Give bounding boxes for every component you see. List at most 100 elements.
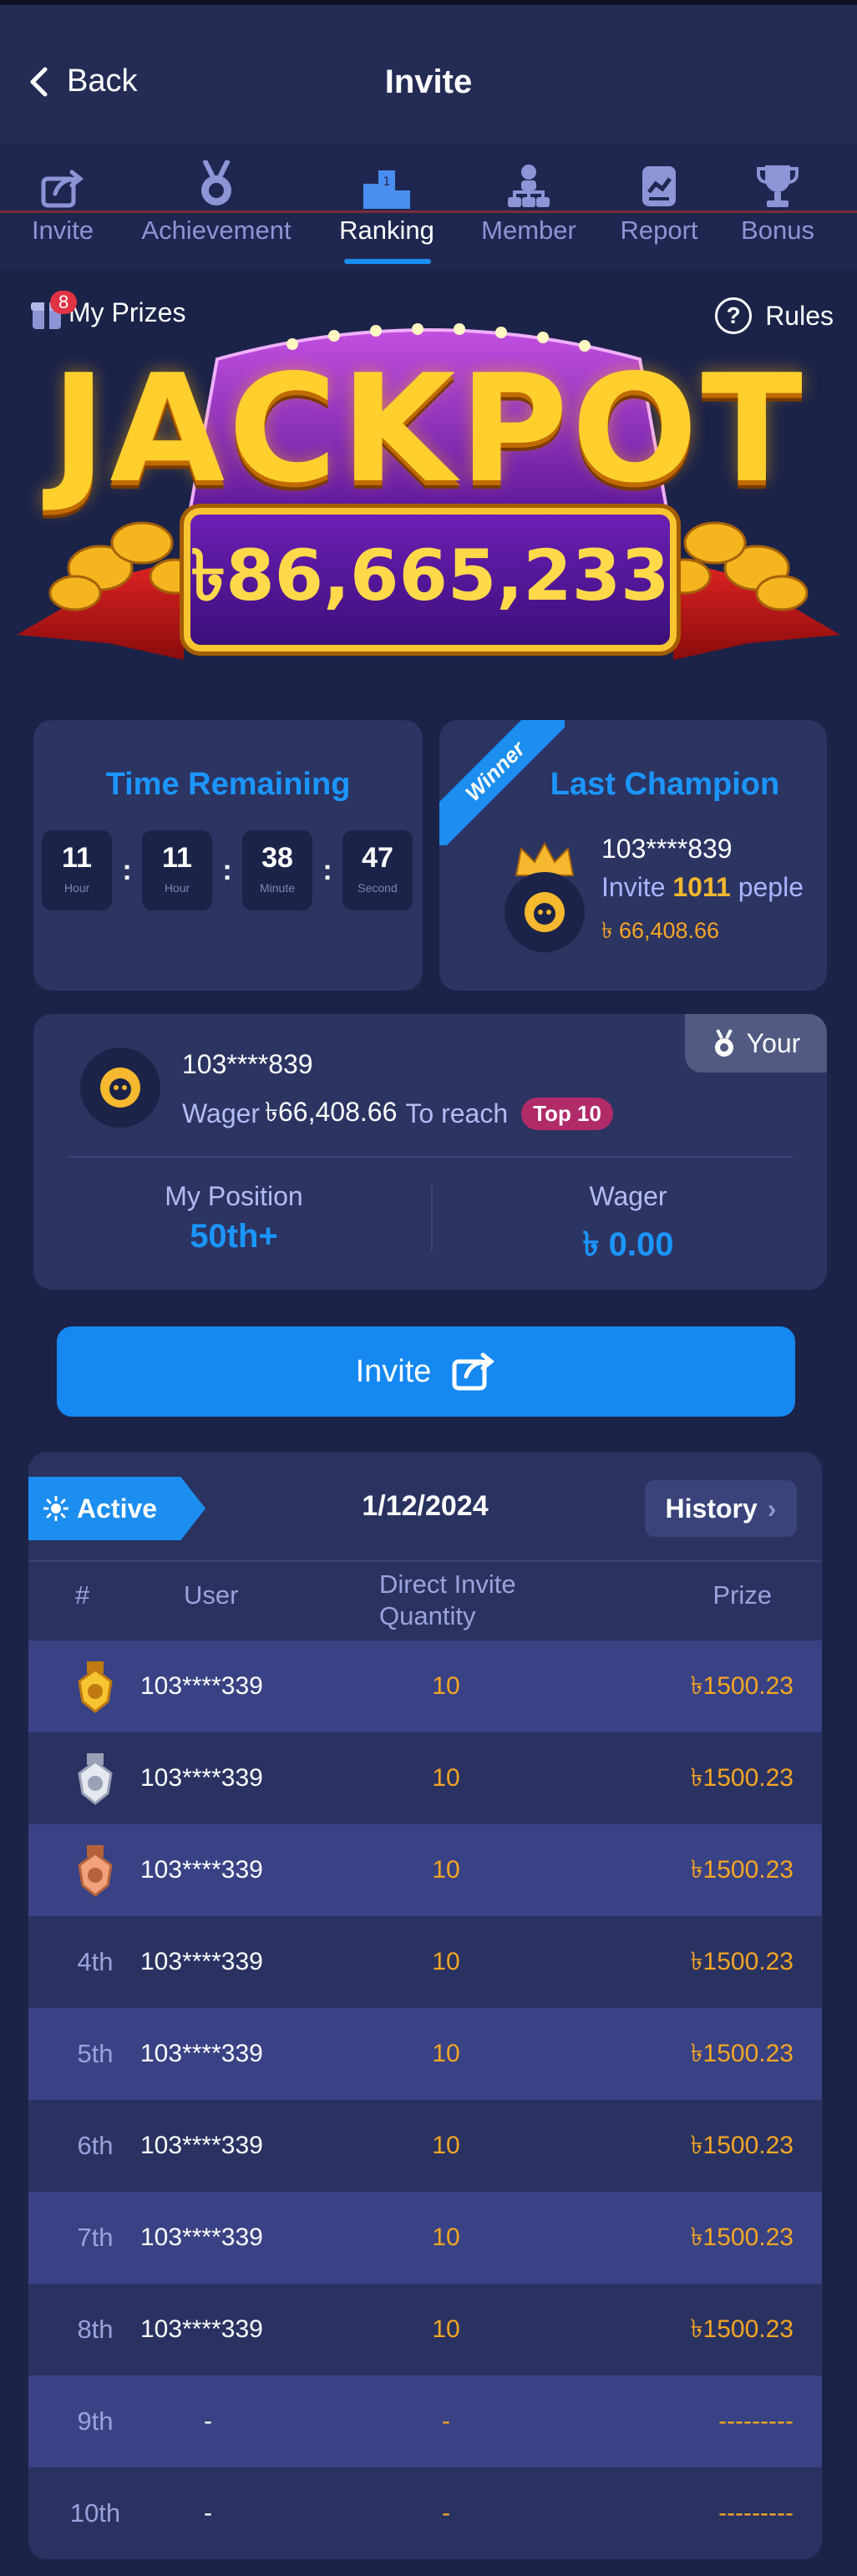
my-wager-value: ৳66,408.66: [265, 1097, 398, 1127]
my-position-value: 50th+: [190, 1218, 278, 1255]
invite-button[interactable]: Invite: [57, 1326, 795, 1417]
time-remaining-title: Time Remaining: [105, 767, 351, 802]
user-cell: -: [204, 2499, 212, 2527]
prize-cell: ৳1500.23: [690, 2131, 794, 2159]
tab-achievement-label: Achievement: [141, 216, 292, 245]
wager-total: ৳ 0.00: [582, 1226, 674, 1263]
tab-invite[interactable]: Invite: [0, 160, 142, 246]
rules-label: Rules: [765, 300, 834, 331]
table-header: # User Direct Invite Quantity Prize: [28, 1560, 822, 1640]
tab-bar: Invite Achievement 1 Ranking Member Repo…: [0, 144, 857, 269]
divider: [431, 1184, 433, 1251]
tab-achievement[interactable]: Achievement: [137, 160, 296, 246]
champion-user-id: 103****839: [601, 834, 733, 864]
my-position-label: My Position: [165, 1181, 303, 1211]
rank-cell: 10th: [69, 2498, 121, 2528]
table-row: 9th - - ---------: [28, 2376, 822, 2467]
table-row: 7th 103****339 10 ৳1500.23: [28, 2192, 822, 2284]
quantity-cell: 10: [432, 1764, 460, 1792]
gold-medal-icon: [78, 1661, 113, 1713]
my-prizes-button[interactable]: 8 My Prizes: [30, 291, 186, 331]
page-title: Invite: [384, 63, 473, 100]
quantity-cell: 10: [432, 2040, 460, 2067]
active-tab-indicator: [344, 259, 431, 264]
rank-cell: [53, 1732, 137, 1824]
quantity-cell: 10: [432, 2224, 460, 2251]
jackpot-banner: JACKPOT ৳86,665,233: [17, 309, 840, 693]
countdown-seconds: 47 Second: [342, 830, 413, 910]
prize-cell: ৳1500.23: [690, 1855, 794, 1884]
question-icon: ?: [715, 297, 753, 334]
table-row: 103****339 10 ৳1500.23: [28, 1640, 822, 1732]
prize-cell: ৳1500.23: [690, 2039, 794, 2067]
countdown-colon: :: [122, 854, 132, 886]
table-row: 103****339 10 ৳1500.23: [28, 1824, 822, 1916]
countdown-hours-2: 11 Hour: [142, 830, 212, 910]
rank-cell: 8th: [77, 2315, 114, 2344]
tab-ranking-label: Ranking: [339, 216, 434, 245]
rules-button[interactable]: ? Rules: [715, 297, 834, 334]
rank-cell: [53, 1640, 137, 1732]
svg-text:1: 1: [383, 175, 391, 189]
user-cell: 103****339: [140, 1672, 263, 1700]
user-cell: 103****339: [140, 2132, 263, 2159]
medal-icon: [201, 160, 231, 205]
tab-ranking[interactable]: 1 Ranking: [307, 160, 466, 246]
quantity-cell: 10: [432, 1672, 460, 1700]
medal-icon: [714, 1029, 733, 1057]
table-row: 6th 103****339 10 ৳1500.23: [28, 2100, 822, 2192]
quantity-cell: 10: [432, 1948, 460, 1975]
podium-icon: 1: [363, 170, 410, 209]
countdown: 11 Hour : 11 Hour : 38 Minute : 47 Second: [42, 830, 413, 910]
user-cell: 103****339: [140, 1764, 263, 1792]
silver-medal-icon: [78, 1753, 113, 1805]
prize-cell: ---------: [718, 2407, 794, 2435]
col-user: User: [184, 1580, 239, 1610]
quantity-cell: -: [442, 2499, 450, 2527]
share-icon: [41, 170, 84, 208]
jackpot-amount: ৳86,665,233: [184, 508, 677, 652]
quantity-cell: 10: [432, 1856, 460, 1884]
my-rank-card: Your 103****839 Wager ৳66,408.66 To reac…: [33, 1014, 827, 1290]
col-qty: Direct Invite Quantity: [379, 1569, 516, 1630]
prize-cell: ৳1500.23: [690, 2315, 794, 2343]
table-row: 10th - - ---------: [28, 2467, 822, 2559]
your-tag: Your: [685, 1014, 827, 1072]
countdown-minutes: 38 Minute: [242, 830, 312, 910]
rank-cell: 9th: [77, 2406, 114, 2436]
jackpot-title: JACKPOT: [51, 342, 806, 515]
quantity-cell: 10: [432, 2132, 460, 2159]
rank-cell: 4th: [77, 1947, 114, 1976]
user-cell: 103****339: [140, 2040, 263, 2067]
champion-amount: ৳ 66,408.66: [601, 918, 720, 943]
col-prize: Prize: [712, 1580, 772, 1610]
tab-bonus[interactable]: Bonus: [698, 160, 857, 246]
champion-invite-text: Invite 1011 peple: [601, 872, 804, 902]
quantity-cell: -: [442, 2407, 450, 2435]
share-icon: [452, 1352, 495, 1391]
chevron-right-icon: ›: [767, 1493, 777, 1524]
prize-cell: ৳1500.23: [690, 1763, 794, 1792]
history-button[interactable]: History ›: [645, 1480, 797, 1537]
table-row: 8th 103****339 10 ৳1500.23: [28, 2284, 822, 2376]
user-cell: 103****339: [140, 2315, 263, 2343]
col-rank: #: [75, 1580, 90, 1610]
user-cell: -: [204, 2407, 212, 2435]
user-cell: 103****339: [140, 1856, 263, 1884]
my-prizes-label: My Prizes: [68, 297, 186, 327]
table-row: 4th 103****339 10 ৳1500.23: [28, 1916, 822, 2008]
countdown-colon: :: [322, 854, 332, 886]
table-row: 103****339 10 ৳1500.23: [28, 1732, 822, 1824]
trophy-icon: [757, 165, 799, 207]
prizes-count-badge: 8: [50, 291, 78, 314]
ranking-table-card: Active 1/12/2024 History › # User Direct …: [28, 1452, 822, 2559]
top10-badge: Top 10: [521, 1097, 613, 1130]
my-user-id: 103****839: [182, 1049, 313, 1079]
time-remaining-card: Time Remaining 11 Hour : 11 Hour : 38 Minut…: [33, 720, 423, 991]
countdown-colon: :: [222, 854, 232, 886]
my-wager-line: Wager ৳66,408.66 To reach Top 10: [182, 1091, 613, 1136]
invite-button-label: Invite: [355, 1353, 432, 1389]
prize-cell: ৳1500.23: [690, 1947, 794, 1975]
hierarchy-icon: [508, 165, 550, 207]
countdown-hours-1: 11 Hour: [42, 830, 112, 910]
